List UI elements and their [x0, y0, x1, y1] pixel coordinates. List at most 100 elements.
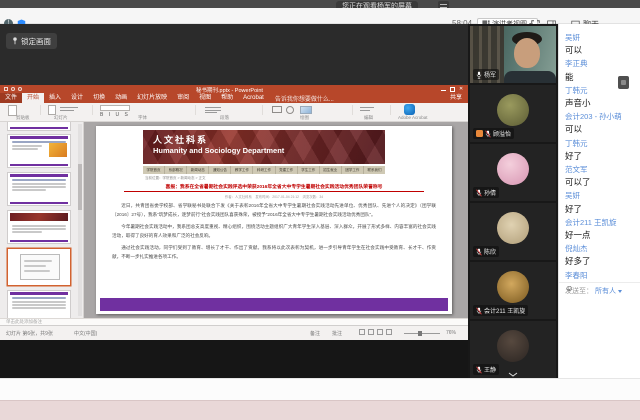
slide-editing-area: 人文社科系 Humanity and Sociology Department …: [84, 122, 468, 318]
chat-message: 好了: [565, 150, 638, 163]
participant-name: 会计211 王凯旋: [484, 306, 525, 315]
video-tile[interactable]: 陈欣: [470, 203, 556, 260]
slide-thumbnail-selected[interactable]: [8, 249, 70, 285]
chevron-down-icon[interactable]: [508, 372, 518, 377]
chat-sender: 会计203 - 孙小萌: [565, 110, 638, 123]
slide-thumbnail-panel[interactable]: [0, 122, 84, 318]
shape-circle-icon[interactable]: [286, 106, 294, 114]
banner-title-en: Humanity and Sociology Department: [153, 146, 284, 155]
slide-canvas[interactable]: 人文社科系 Humanity and Sociology Department …: [96, 126, 452, 314]
video-tile[interactable]: 孙倩: [470, 144, 556, 201]
send-to-value[interactable]: 所有人: [595, 286, 616, 296]
slide-purple-bar: [100, 298, 448, 311]
tab-insert[interactable]: 插入: [44, 93, 66, 103]
meeting-header: ! 58:04 演讲者视图 聊天: [0, 8, 640, 24]
chat-message-list[interactable]: 吴妍 可以 李正典 能 丁韩元 声音小 会计203 - 孙小萌 可以 丁韩元 好…: [565, 31, 638, 295]
tab-file[interactable]: 文件: [0, 93, 22, 103]
bold-italic-underline-icons[interactable]: B I U S: [100, 112, 130, 118]
chat-sender: 吴妍: [565, 189, 638, 202]
tab-design[interactable]: 设计: [66, 93, 88, 103]
ppt-ribbon-tabs: 文件 开始 插入 设计 切换 动画 幻灯片放映 审阅 视图 帮助 Acrobat…: [0, 93, 468, 103]
tab-animations[interactable]: 动画: [110, 93, 132, 103]
chat-message: 好了: [565, 203, 638, 216]
ppt-share-button[interactable]: 共享: [450, 93, 462, 103]
close-icon[interactable]: ✕: [459, 87, 464, 92]
chat-message: 可以: [565, 123, 638, 136]
participant-name: 陈欣: [484, 247, 496, 256]
participant-name-pill: 会计211 王凯旋: [473, 305, 528, 316]
chat-floating-badge[interactable]: [618, 76, 629, 89]
participant-name-pill: 杨军: [473, 69, 499, 80]
video-tile[interactable]: 杨军: [470, 26, 556, 83]
windows-taskbar: 在这里输入你要搜索的内容 Ai Ps: [0, 400, 640, 420]
lock-screen-label: 锁定画面: [21, 36, 51, 47]
chat-sender: 吴妍: [565, 31, 638, 44]
chat-sender: 丁韩元: [565, 137, 638, 150]
chat-divider: [559, 282, 640, 283]
notes-toggle[interactable]: 备注: [310, 330, 320, 337]
participant-name: 顾溢怡: [493, 129, 511, 138]
tab-slideshow[interactable]: 幻灯片放映: [132, 93, 172, 103]
slide-thumbnail[interactable]: [8, 135, 70, 167]
shape-rect-icon[interactable]: [272, 106, 282, 113]
powerpoint-window: 秘书期刊.pptx - PowerPoint ✕ 文件 开始 插入 设计 切换 …: [0, 85, 468, 340]
font-name-box[interactable]: [100, 105, 130, 111]
avatar: [497, 330, 529, 362]
thumbnail-scrollbar[interactable]: [78, 124, 82, 316]
save-icon[interactable]: [4, 87, 8, 91]
new-slide-icon[interactable]: [48, 105, 56, 115]
tab-transitions[interactable]: 切换: [88, 93, 110, 103]
tab-help[interactable]: 帮助: [216, 93, 238, 103]
tell-me-box[interactable]: 告诉我你想要做什么...: [275, 94, 334, 103]
adobe-pdf-icon[interactable]: [404, 104, 415, 115]
view-buttons[interactable]: [356, 329, 392, 335]
avatar: [497, 212, 529, 244]
article-body: 近日，共青团省委学校部、省学联秘书处联合下发《关于表彰2016年全省大中专学生暑…: [112, 201, 436, 264]
group-editing-label: 编辑: [364, 115, 373, 121]
mic-muted-icon: [485, 130, 491, 138]
minimize-icon[interactable]: [441, 87, 446, 91]
slide-thumbnail[interactable]: [8, 291, 70, 318]
comments-toggle[interactable]: 批注: [332, 330, 342, 337]
ppt-notes-pane[interactable]: 单击此处添加备注: [0, 318, 468, 325]
article-meta: 作者：人文社科系 发布时间：2017-01-04 21:12 浏览次数：34: [106, 194, 442, 199]
chat-sender: 李春阳: [565, 269, 638, 282]
slide-thumbnail[interactable]: [8, 211, 70, 243]
undo-icon[interactable]: [11, 87, 15, 91]
redo-icon[interactable]: [18, 87, 22, 91]
avatar: [497, 153, 529, 185]
chat-input[interactable]: [559, 302, 640, 378]
chat-message: 声音小: [565, 97, 638, 110]
ppt-title-bar: 秘书期刊.pptx - PowerPoint ✕: [0, 85, 468, 93]
quick-styles-icon[interactable]: [300, 106, 312, 114]
tab-view[interactable]: 视图: [194, 93, 216, 103]
chat-message: 好多了: [565, 255, 638, 268]
participant-name-pill: 王静: [473, 364, 499, 375]
zoom-slider[interactable]: [404, 333, 440, 334]
zoom-slider-knob[interactable]: [418, 331, 422, 336]
title-rule: [124, 191, 424, 192]
mic-muted-icon: [476, 307, 482, 315]
tab-acrobat[interactable]: Acrobat: [238, 93, 269, 103]
tab-home[interactable]: 开始: [22, 93, 44, 103]
chevron-down-icon: [618, 290, 622, 293]
mic-muted-icon: [476, 189, 482, 197]
chat-message: 可以了: [565, 176, 638, 189]
tab-review[interactable]: 审阅: [172, 93, 194, 103]
participant-name-pill: 孙倩: [473, 187, 499, 198]
maximize-icon[interactable]: [450, 87, 455, 92]
video-tile[interactable]: 顾溢怡: [470, 85, 556, 142]
slide-thumbnail[interactable]: [8, 173, 70, 205]
slide-thumbnail[interactable]: [8, 122, 70, 130]
lock-screen-button[interactable]: 锁定画面: [6, 33, 57, 49]
send-to-row[interactable]: 发送至： 所有人: [565, 286, 622, 296]
participant-name: 王静: [484, 365, 496, 374]
nav-item: 联系我们: [364, 166, 385, 174]
avatar: [497, 94, 529, 126]
video-tile[interactable]: 会计211 王凯旋: [470, 262, 556, 319]
zoom-percent[interactable]: 76%: [446, 330, 456, 336]
chat-panel: 吴妍 可以 李正典 能 丁韩元 声音小 会计203 - 孙小萌 可以 丁韩元 好…: [558, 24, 640, 378]
video-tile[interactable]: 王静: [470, 321, 556, 378]
banner-title-cn: 人文社科系: [153, 133, 208, 146]
mic-on-icon: [476, 71, 482, 79]
